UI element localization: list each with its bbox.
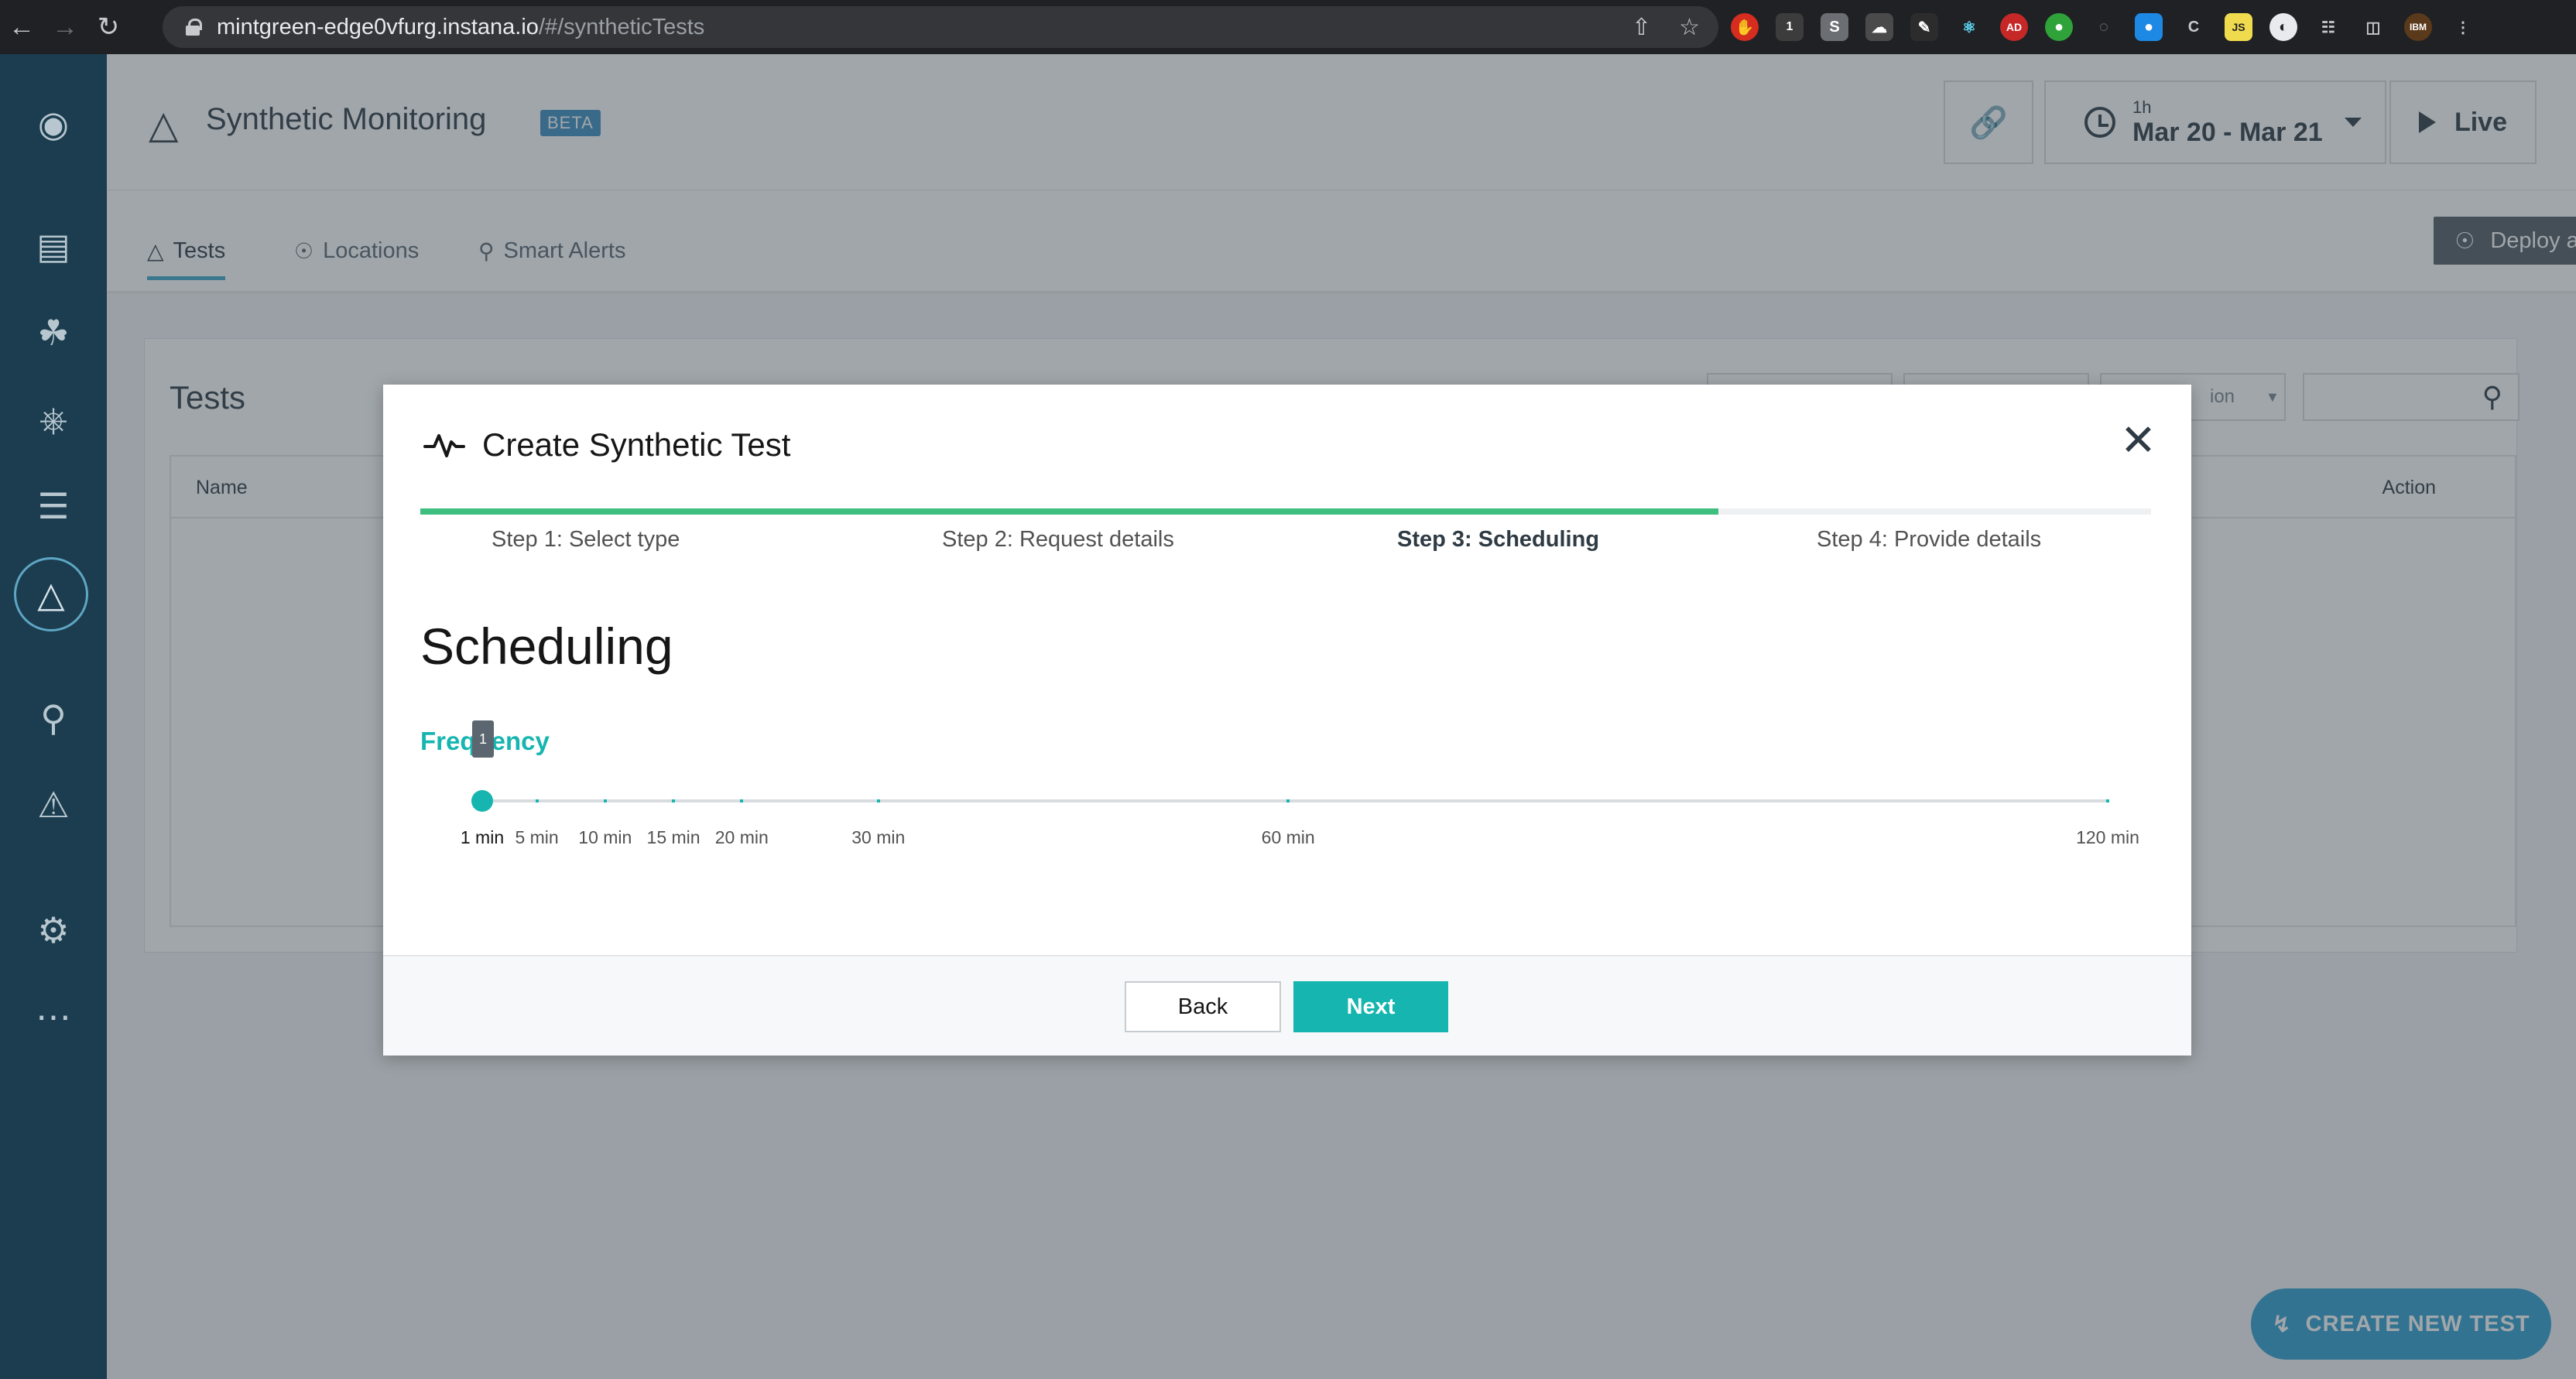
close-icon[interactable]: ✕ xyxy=(2120,419,2156,462)
forward-arrow-icon[interactable]: → xyxy=(43,0,87,54)
extension-red-icon[interactable]: ✋ xyxy=(1731,13,1759,41)
applications-icon[interactable]: ☘ xyxy=(0,302,107,364)
slider-mark-label[interactable]: 120 min xyxy=(2076,827,2139,848)
more-icon[interactable]: ⋯ xyxy=(0,986,107,1048)
url-path: /#/syntheticTests xyxy=(538,14,705,39)
slider-mark-label[interactable]: 15 min xyxy=(647,827,701,848)
extension-c-icon[interactable]: C xyxy=(2180,13,2208,41)
slider-mark-label[interactable]: 30 min xyxy=(851,827,905,848)
progress-fill xyxy=(420,508,1718,515)
url-host: mintgreen-edge0vfurg.instana.io xyxy=(217,14,539,39)
modal-footer: Back Next xyxy=(383,955,2191,1056)
extensions-bar: ✋ 1 S ☁ ✎ ⚛ AD ● ◌ ● C JS ◐ ☷ ◫ IBM ⋮ xyxy=(1731,0,2477,54)
slider-tick xyxy=(740,799,744,802)
slider-mark-label[interactable]: 60 min xyxy=(1262,827,1315,848)
next-button[interactable]: Next xyxy=(1293,981,1448,1032)
analytics-search-icon[interactable]: ⚲ xyxy=(0,687,107,749)
slider-value-tooltip: 1 xyxy=(472,720,494,758)
extension-react-icon[interactable]: ⚛ xyxy=(1955,13,1983,41)
step-4[interactable]: Step 4: Provide details xyxy=(1817,527,2041,553)
extension-green-icon[interactable]: ● xyxy=(2045,13,2073,41)
slider-tick xyxy=(876,799,880,802)
frequency-slider-track[interactable] xyxy=(482,799,2108,802)
sidepanel-icon[interactable]: ◫ xyxy=(2359,13,2387,41)
section-title: Scheduling xyxy=(420,618,673,675)
slider-mark-label[interactable]: 1 min xyxy=(461,827,504,848)
slider-thumb[interactable] xyxy=(471,790,493,812)
modal-title: Create Synthetic Test xyxy=(482,426,791,463)
websites-icon[interactable]: ▤ xyxy=(0,215,107,277)
slider-tick xyxy=(603,799,607,802)
create-test-modal: Create Synthetic Test ✕ Step 1: Select t… xyxy=(383,385,2191,1056)
progress-bar xyxy=(420,508,2151,515)
infrastructure-icon[interactable]: ☰ xyxy=(0,475,107,537)
extension-circle-icon[interactable]: ◐ xyxy=(2269,13,2297,41)
pulse-icon xyxy=(423,434,465,457)
left-navigation: ◉ ▤ ☘ ⎈ ☰ △ ⚲ ⚠ ⚙ ⋯ xyxy=(0,54,107,1379)
bookmark-star-icon[interactable]: ☆ xyxy=(1679,14,1700,41)
extension-badge-icon[interactable]: 1 xyxy=(1776,13,1804,41)
step-3[interactable]: Step 3: Scheduling xyxy=(1397,527,1599,553)
step-2[interactable]: Step 2: Request details xyxy=(942,527,1174,553)
extension-js-icon[interactable]: JS xyxy=(2225,13,2252,41)
events-warning-icon[interactable]: ⚠ xyxy=(0,774,107,836)
slider-mark-label[interactable]: 20 min xyxy=(715,827,769,848)
share-icon[interactable]: ⇧ xyxy=(1632,14,1651,41)
extension-s-icon[interactable]: S xyxy=(1821,13,1848,41)
address-bar[interactable]: mintgreen-edge0vfurg.instana.io/#/synthe… xyxy=(163,6,1718,48)
back-button[interactable]: Back xyxy=(1125,981,1281,1032)
synthetic-monitoring-nav-icon[interactable]: △ xyxy=(14,557,88,631)
extension-pen-icon[interactable]: ✎ xyxy=(1910,13,1938,41)
browser-menu-icon[interactable]: ⋮ xyxy=(2449,13,2477,41)
settings-gear-icon[interactable]: ⚙ xyxy=(0,899,107,961)
slider-mark-label[interactable]: 5 min xyxy=(515,827,558,848)
browser-toolbar: ← → ↻ mintgreen-edge0vfurg.instana.io/#/… xyxy=(0,0,2576,54)
extension-share-icon[interactable]: ◌ xyxy=(2090,13,2118,41)
extension-camera-icon[interactable]: ● xyxy=(2135,13,2163,41)
back-arrow-icon[interactable]: ← xyxy=(0,0,43,54)
kubernetes-icon[interactable]: ⎈ xyxy=(0,388,107,450)
profile-avatar-icon[interactable]: IBM xyxy=(2404,13,2432,41)
extension-ad-icon[interactable]: AD xyxy=(2000,13,2028,41)
instana-logo-icon[interactable]: ◉ xyxy=(0,93,107,155)
slider-tick xyxy=(535,799,539,802)
step-1[interactable]: Step 1: Select type xyxy=(492,527,680,553)
lock-icon xyxy=(186,19,202,36)
slider-tick xyxy=(672,799,676,802)
extensions-puzzle-icon[interactable]: ☷ xyxy=(2314,13,2342,41)
reload-icon[interactable]: ↻ xyxy=(87,0,130,54)
extension-cloud-icon[interactable]: ☁ xyxy=(1865,13,1893,41)
slider-tick xyxy=(1286,799,1290,802)
slider-mark-label[interactable]: 10 min xyxy=(578,827,632,848)
slider-tick xyxy=(2106,799,2109,802)
